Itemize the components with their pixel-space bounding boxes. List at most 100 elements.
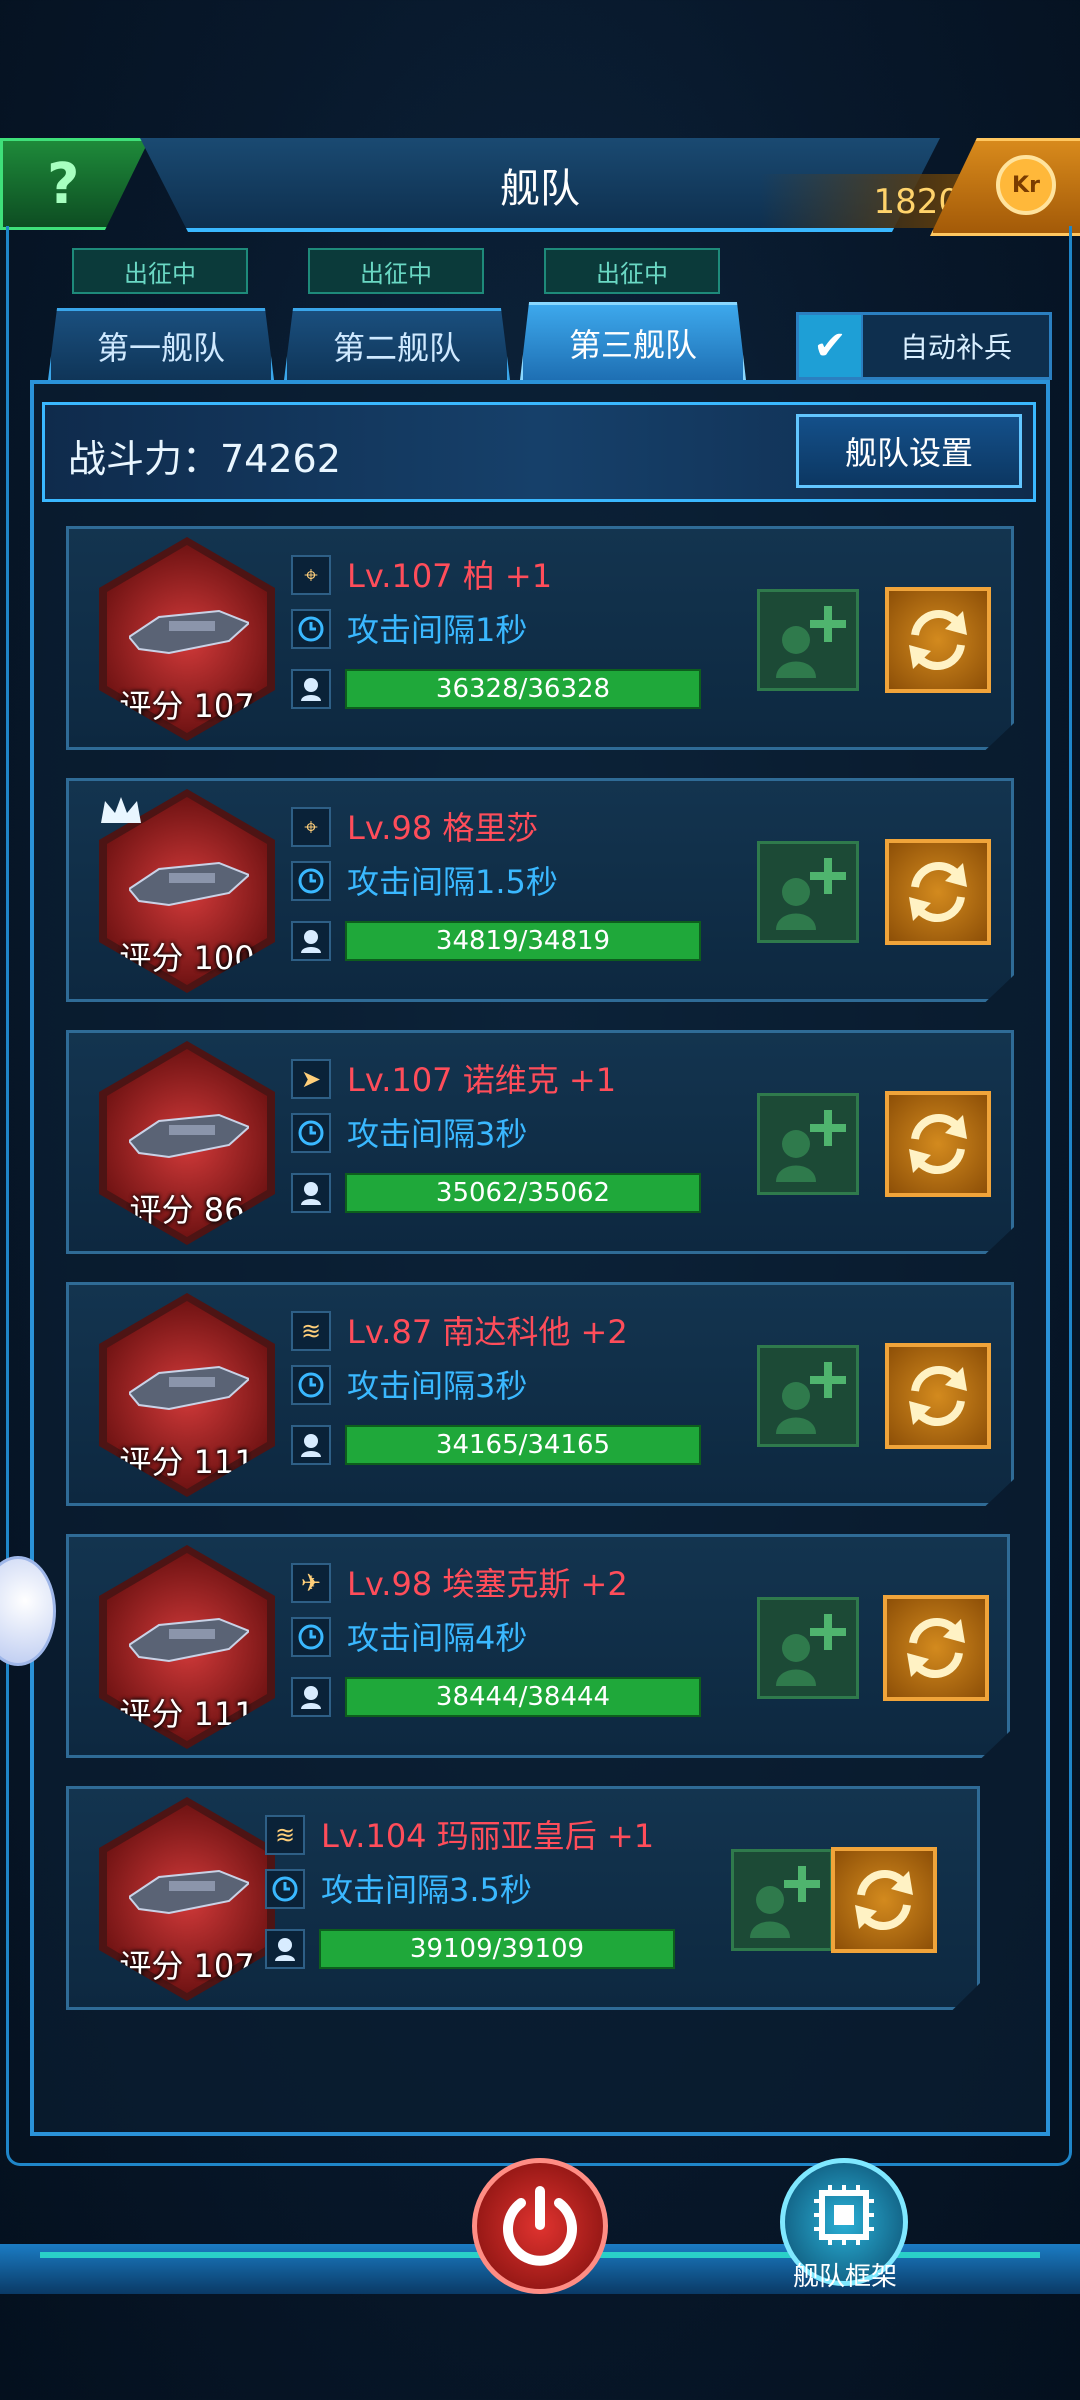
crew-icon [291,669,331,709]
clock-icon [291,861,331,901]
crew-icon [291,921,331,961]
ship-score: 评分 86 [129,1191,245,1229]
currency-value: 1820 [873,182,960,222]
add-crew-icon [776,606,846,678]
ship-icon [129,1365,249,1411]
ship-portrait[interactable]: 评分 107 [99,1797,275,2001]
ship-score: 评分 111 [119,1443,255,1481]
attack-interval: 攻击间隔4秒 [347,1619,528,1657]
hp-bar: 39109/39109 [319,1929,675,1969]
ship-icon [129,609,249,655]
wing-icon: ≋ [291,1311,331,1351]
ship-icon [129,1869,249,1915]
add-crew-icon [776,1614,846,1686]
ship-score: 评分 100 [119,939,255,977]
swap-ship-button[interactable] [831,1847,937,1953]
turret-icon: ⌖ [291,555,331,595]
hp-bar: 35062/35062 [345,1173,701,1213]
plane-icon: ✈ [291,1563,331,1603]
ship-card[interactable]: 评分 86 ➤ Lv.107 诺维克 +1 攻击间隔3秒 35062/35062 [66,1030,1014,1254]
ship-card[interactable]: 评分 100 ⌖ Lv.98 格里莎 攻击间隔1.5秒 34819/34819 [66,778,1014,1002]
refresh-icon [909,1365,967,1427]
ship-portrait[interactable]: 评分 107 [99,537,275,741]
auto-supply-toggle[interactable]: ✔ 自动补兵 [796,312,1052,380]
clock-icon [291,1365,331,1405]
add-crew-icon [750,1866,820,1938]
ship-level-name: Lv.107 诺维克 +1 [347,1061,617,1099]
ship-card[interactable]: 评分 111 ≋ Lv.87 南达科他 +2 攻击间隔3秒 34165/3416… [66,1282,1014,1506]
ship-card[interactable]: 评分 107 ≋ Lv.104 玛丽亚皇后 +1 攻击间隔3.5秒 39109/… [66,1786,980,2010]
clock-icon [291,1617,331,1657]
turret-icon: ⌖ [291,807,331,847]
crew-icon [291,1677,331,1717]
clock-icon [291,609,331,649]
fleet-frame-label: 舰队框架 [792,2262,897,2292]
combat-power: 战斗力：74262 [68,437,341,481]
attack-interval: 攻击间隔3秒 [347,1115,528,1153]
attack-interval: 攻击间隔3.5秒 [321,1871,532,1909]
hp-bar: 34819/34819 [345,921,701,961]
ship-card[interactable]: 评分 111 ✈ Lv.98 埃塞克斯 +2 攻击间隔4秒 38444/3844… [66,1534,1010,1758]
add-crew-button[interactable] [757,1093,859,1195]
hp-bar: 34165/34165 [345,1425,701,1465]
ship-level-name: Lv.104 玛丽亚皇后 +1 [321,1817,655,1855]
swap-ship-button[interactable] [885,1091,991,1197]
ship-card[interactable]: 评分 107 ⌖ Lv.107 柏 +1 攻击间隔1秒 36328/36328 [66,526,1014,750]
power-button[interactable] [472,2158,608,2294]
clock-icon [265,1869,305,1909]
add-crew-button[interactable] [757,589,859,691]
ship-score: 评分 107 [119,1947,255,1985]
ship-portrait[interactable]: 评分 86 [99,1041,275,1245]
crown-icon [101,797,141,823]
add-crew-icon [776,1362,846,1434]
add-crew-icon [776,858,846,930]
ship-portrait[interactable]: 评分 111 [99,1293,275,1497]
refresh-icon [855,1869,913,1931]
add-crew-button[interactable] [757,1597,859,1699]
ship-score: 评分 107 [119,687,255,725]
swap-ship-button[interactable] [883,1595,989,1701]
ship-portrait[interactable]: 评分 111 [99,1545,275,1749]
add-crew-icon [776,1110,846,1182]
ship-icon [129,1113,249,1159]
refresh-icon [909,609,967,671]
swap-ship-button[interactable] [885,587,991,693]
hp-bar: 38444/38444 [345,1677,701,1717]
swap-ship-button[interactable] [885,1343,991,1449]
refresh-icon [909,1113,967,1175]
swap-ship-button[interactable] [885,839,991,945]
add-crew-button[interactable] [757,1345,859,1447]
fleet-settings-button[interactable]: 舰队设置 [796,414,1022,488]
auto-supply-label: 自动补兵 [899,331,1012,364]
ship-icon [129,1617,249,1663]
ship-level-name: Lv.98 埃塞克斯 +2 [347,1565,628,1603]
refresh-icon [907,1617,965,1679]
fleet-3-status: 出征中 [544,248,720,294]
attack-interval: 攻击间隔1.5秒 [347,863,558,901]
missile-icon: ➤ [291,1059,331,1099]
tab-fleet-1[interactable]: 第一舰队 [48,308,274,380]
attack-interval: 攻击间隔3秒 [347,1367,528,1405]
add-crew-button[interactable] [757,841,859,943]
crew-icon [291,1173,331,1213]
clock-icon [291,1113,331,1153]
ship-score: 评分 111 [119,1695,255,1733]
add-crew-button[interactable] [731,1849,833,1951]
tab-fleet-3[interactable]: 第三舰队 [520,302,746,380]
crew-icon [265,1929,305,1969]
refresh-icon [909,861,967,923]
power-icon [503,2186,577,2266]
ship-level-name: Lv.98 格里莎 [347,809,539,847]
kr-coin-icon: Kr [996,155,1056,215]
check-icon[interactable]: ✔ [799,315,863,377]
wing-icon: ≋ [265,1815,305,1855]
ship-level-name: Lv.87 南达科他 +2 [347,1313,628,1351]
fleet-2-status: 出征中 [308,248,484,294]
attack-interval: 攻击间隔1秒 [347,611,528,649]
fleet-1-status: 出征中 [72,248,248,294]
crew-icon [291,1425,331,1465]
ship-icon [129,861,249,907]
ship-level-name: Lv.107 柏 +1 [347,557,553,595]
tab-fleet-2[interactable]: 第二舰队 [284,308,510,380]
hp-bar: 36328/36328 [345,669,701,709]
